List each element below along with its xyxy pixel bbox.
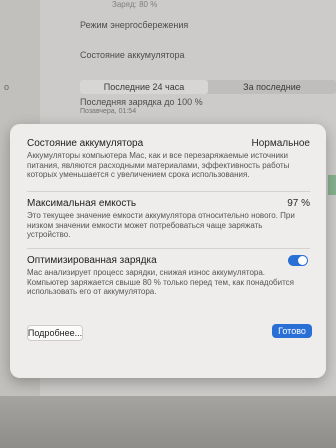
optimized-charging-section: Оптимизированная зарядка Mac анализирует… xyxy=(27,255,310,297)
capacity-title: Максимальная емкость xyxy=(27,198,137,209)
done-button[interactable]: Готово xyxy=(272,324,312,338)
optimized-charging-title: Оптимизированная зарядка xyxy=(27,255,157,266)
health-section: Состояние аккумулятора Нормальное Аккуму… xyxy=(27,138,310,180)
health-description: Аккумуляторы компьютера Mac, как и все п… xyxy=(27,151,290,180)
capacity-section: Максимальная емкость 97 % Это текущее зн… xyxy=(27,198,310,240)
capacity-description: Это текущее значение емкости аккумулятор… xyxy=(27,211,295,240)
optimized-charging-toggle[interactable] xyxy=(288,255,308,266)
capacity-value: 97 % xyxy=(287,198,310,209)
divider xyxy=(27,191,310,192)
battery-health-sheet: Состояние аккумулятора Нормальное Аккуму… xyxy=(10,124,326,378)
optimized-charging-description: Mac анализирует процесс зарядки, снижая … xyxy=(27,268,294,297)
health-status-value: Нормальное xyxy=(251,138,310,149)
divider xyxy=(27,248,310,249)
more-info-button[interactable]: Подробнее... xyxy=(27,325,83,341)
screen-bezel xyxy=(0,396,336,448)
